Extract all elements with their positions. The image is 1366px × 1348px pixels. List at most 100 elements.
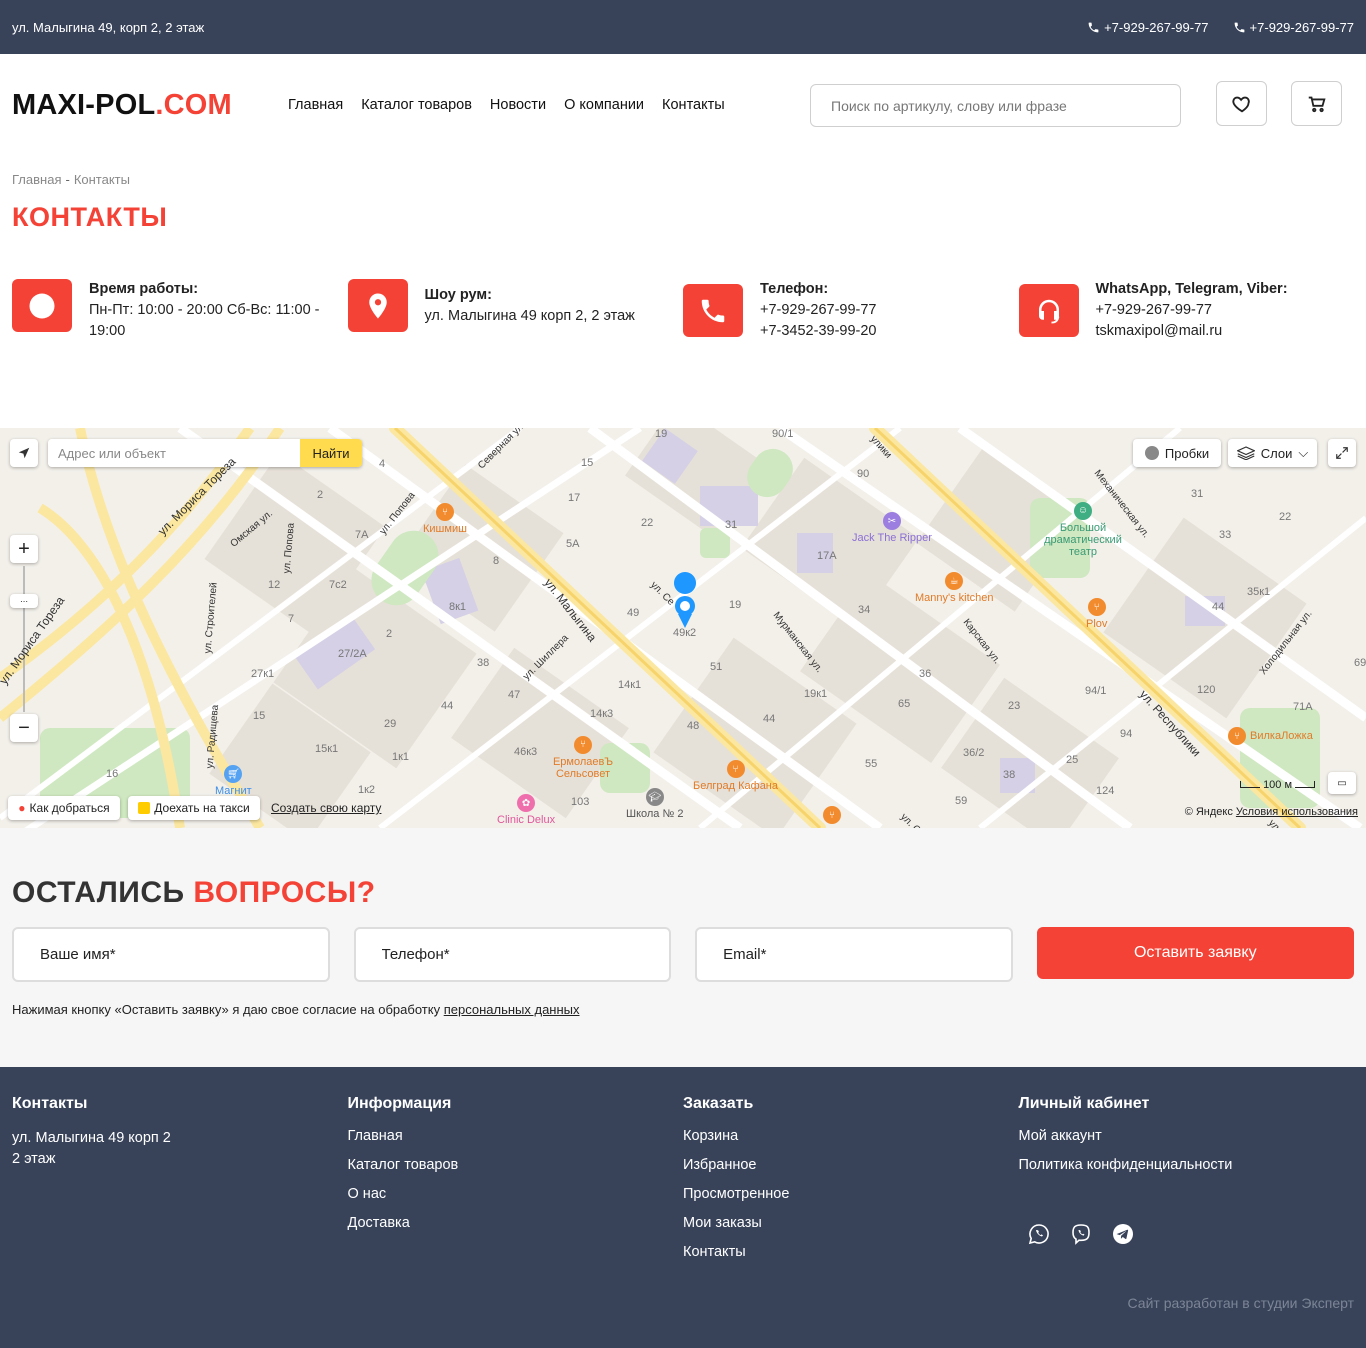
nav-item-home[interactable]: Главная	[288, 97, 343, 113]
footer-link-my-account[interactable]: Мой аккаунт	[1019, 1128, 1102, 1144]
top-phone-link-2[interactable]: +7-929-267-99-77	[1233, 20, 1354, 35]
nav-item-catalog[interactable]: Каталог товаров	[361, 97, 472, 113]
layers-button[interactable]: Слои ⌵	[1228, 439, 1317, 467]
top-phone-link-1[interactable]: +7-929-267-99-77	[1087, 20, 1209, 35]
footer-link-viewed[interactable]: Просмотренное	[683, 1186, 789, 1202]
poi[interactable]: ☕ Manny's kitchen	[915, 572, 994, 604]
house-number: 12	[268, 579, 281, 591]
top-address: ул. Малыгина 49, корп 2, 2 этаж	[12, 19, 205, 35]
map-scale: 100 м	[1240, 779, 1316, 791]
fullscreen-button[interactable]	[1328, 439, 1356, 467]
messengers-text: WhatsApp, Telegram, Viber: +7-929-267-99…	[1096, 279, 1288, 342]
route-button[interactable]: ● Как добраться	[8, 796, 120, 820]
house-number: 19к1	[804, 688, 828, 700]
social-links	[1027, 1222, 1355, 1251]
footer-link-about[interactable]: О нас	[348, 1186, 387, 1202]
poi[interactable]: ✿ Clinic Delux	[497, 794, 555, 826]
personal-data-link[interactable]: персональных данных	[444, 1002, 580, 1017]
footer-link-privacy[interactable]: Политика конфиденциальности	[1019, 1157, 1233, 1173]
viber-link[interactable]	[1069, 1222, 1093, 1251]
favorites-button[interactable]	[1216, 81, 1267, 126]
poi[interactable]: ⑂ Белград Кафана	[693, 760, 778, 792]
zoom-in-button[interactable]: +	[10, 535, 38, 563]
house-number: 94/1	[1085, 685, 1107, 697]
consent-text: Нажимая кнопку «Оставить заявку» я даю с…	[12, 1002, 1354, 1017]
house-number: 120	[1197, 684, 1216, 696]
consent-label: Нажимая кнопку «Оставить заявку» я даю с…	[12, 1002, 441, 1017]
restaurant-icon: ⑂	[435, 503, 454, 521]
whatsapp-link[interactable]	[1027, 1222, 1051, 1251]
map-search-input[interactable]	[48, 439, 300, 467]
house-number: 44	[1212, 601, 1225, 613]
house-number: 16	[106, 768, 119, 780]
headset-icon	[1038, 299, 1059, 323]
poi[interactable]: 🛒︎ Магнит	[215, 765, 252, 797]
house-number: 14к1	[618, 679, 642, 691]
create-map-link[interactable]: Создать свою карту	[271, 801, 381, 815]
poi[interactable]: ⑂ Plov	[1086, 598, 1107, 630]
footer-link-delivery[interactable]: Доставка	[348, 1215, 410, 1231]
house-number: 35к1	[1247, 586, 1271, 598]
house-number: 36/2	[963, 747, 985, 759]
phone-line-1[interactable]: +7-929-267-99-77	[760, 300, 877, 321]
telegram-link[interactable]	[1111, 1222, 1135, 1251]
traffic-button[interactable]: Пробки	[1133, 439, 1221, 467]
map-search: Найти	[48, 439, 362, 467]
footer-link-contacts[interactable]: Контакты	[683, 1244, 746, 1260]
footer-account: Личный кабинет Мой аккаунт Политика конф…	[1019, 1095, 1355, 1273]
ruler-button[interactable]: ▭	[1328, 772, 1356, 794]
studio-credit[interactable]: Сайт разработан в студии Эксперт	[1128, 1295, 1354, 1311]
ruler-icon: ▭	[1337, 777, 1347, 789]
showroom-text: Шоу рум: ул. Малыгина 49 корп 2, 2 этаж	[425, 279, 635, 327]
plus-icon: +	[18, 537, 30, 560]
email-field[interactable]	[695, 927, 1013, 982]
phone-icon	[1234, 22, 1244, 32]
house-number: 38	[477, 657, 490, 669]
nav-item-contacts[interactable]: Контакты	[662, 97, 725, 113]
footer-account-title: Личный кабинет	[1018, 1095, 1150, 1112]
poi[interactable]: ⑂ ВилкаЛожка	[1228, 727, 1313, 745]
footer-link-orders[interactable]: Мои заказы	[683, 1215, 762, 1231]
footer-link-cart[interactable]: Корзина	[683, 1128, 738, 1144]
zoom-slider-handle[interactable]: ⋯	[10, 594, 38, 608]
submit-request-button[interactable]: Оставить заявку	[1036, 927, 1355, 979]
cart-button[interactable]	[1291, 81, 1342, 126]
house-number: 90	[857, 468, 870, 480]
restaurant-icon: ⑂	[823, 806, 841, 824]
terms-link[interactable]: Условия использования	[1236, 806, 1358, 818]
logo[interactable]: MAXI-POL.COM	[12, 89, 288, 122]
poi[interactable]: ⑂ Кишмиш	[423, 503, 467, 535]
house-number: 15	[581, 457, 594, 469]
poi[interactable]: ⑂	[823, 806, 841, 826]
zoom-out-button[interactable]: −	[10, 714, 38, 742]
footer-link-catalog[interactable]: Каталог товаров	[348, 1157, 459, 1173]
geolocation-button[interactable]	[10, 439, 38, 467]
messengers-phone[interactable]: +7-929-267-99-77	[1096, 300, 1288, 321]
footer-link-home[interactable]: Главная	[348, 1128, 403, 1144]
scale-label: 100 м	[1263, 779, 1293, 791]
cart-icon	[1308, 96, 1326, 112]
search-input[interactable]	[810, 84, 1181, 127]
cafe-icon: ☕	[945, 572, 964, 590]
poi[interactable]: ⑂ ЕрмолаевЪ Сельсовет	[548, 736, 618, 780]
house-number: 124	[1096, 785, 1115, 797]
house-number: 44	[763, 713, 776, 725]
top-phones: +7-929-267-99-77 +7-929-267-99-77	[1087, 20, 1354, 35]
footer-link-favorites[interactable]: Избранное	[683, 1157, 756, 1173]
house-number: 34	[858, 604, 871, 616]
poi[interactable]: ✂ Jack The Ripper	[852, 512, 932, 544]
yandex-map[interactable]: Найти Пробки Слои ⌵ + ⋯ − ● Как добратьс…	[0, 428, 1366, 828]
nav-item-about[interactable]: О компании	[564, 97, 644, 113]
poi[interactable]: 🎓︎ Школа № 2	[626, 788, 683, 820]
house-number: 1к2	[358, 784, 376, 796]
breadcrumb-home[interactable]: Главная	[12, 172, 61, 187]
phone-line-2[interactable]: +7-3452-39-99-20	[760, 321, 877, 342]
name-field[interactable]	[12, 927, 330, 982]
phone-field[interactable]	[353, 927, 672, 982]
poi[interactable]: ☺ Большой драматический театр	[1040, 502, 1126, 558]
top-bar: ул. Малыгина 49, корп 2, 2 этаж +7-929-2…	[0, 0, 1366, 54]
messengers-email[interactable]: tskmaxipol@mail.ru	[1096, 321, 1288, 342]
taxi-button[interactable]: Доехать на такси	[128, 796, 260, 820]
nav-item-news[interactable]: Новости	[490, 97, 546, 113]
map-search-button[interactable]: Найти	[300, 439, 362, 467]
